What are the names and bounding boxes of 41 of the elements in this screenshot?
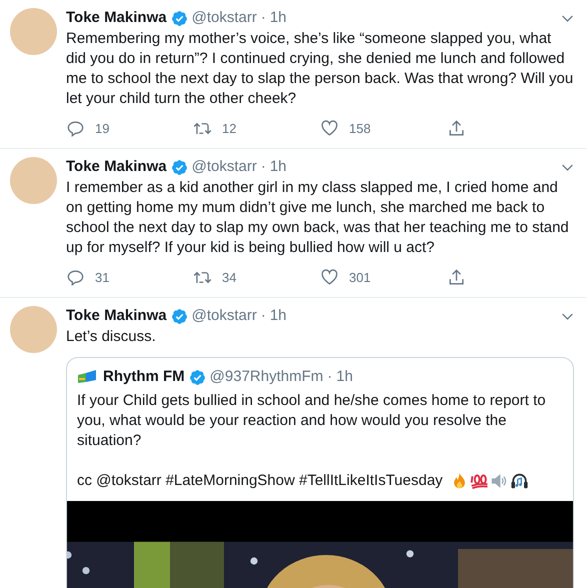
user-handle[interactable]: @tokstarr — [192, 8, 257, 28]
separator: · — [260, 306, 266, 326]
share-icon[interactable] — [447, 268, 466, 287]
like-count: 301 — [349, 270, 371, 285]
user-handle[interactable]: @937RhythmFm — [210, 367, 324, 387]
speaker-icon — [490, 472, 509, 490]
chevron-down-icon[interactable] — [561, 312, 574, 320]
user-handle[interactable]: @tokstarr — [192, 306, 257, 326]
hundred-points-icon — [470, 472, 489, 490]
chevron-down-icon[interactable] — [561, 14, 574, 22]
headphones-icon — [510, 472, 529, 490]
quoted-tweet[interactable] — [66, 357, 574, 588]
author-name[interactable]: Toke Makinwa — [66, 157, 167, 177]
user-handle[interactable]: @tokstarr — [192, 157, 257, 177]
hashtag-line: cc @tokstarr #LateMorningShow #TellItLikeItIsTuesday — [77, 471, 443, 491]
retweet-count: 12 — [222, 121, 236, 136]
timestamp[interactable]: 1h — [270, 157, 287, 177]
separator: · — [260, 157, 266, 177]
timestamp[interactable]: 1h — [270, 8, 287, 28]
separator: · — [327, 367, 332, 387]
tweet-text: Let’s discuss. — [66, 327, 157, 347]
reply-icon[interactable] — [66, 268, 85, 287]
reply-icon[interactable] — [66, 119, 85, 138]
author-name[interactable]: Toke Makinwa — [66, 306, 167, 326]
timestamp[interactable]: 1h — [270, 306, 287, 326]
heart-icon[interactable] — [320, 119, 339, 138]
author-name[interactable]: Rhythm FM — [103, 367, 185, 387]
tweet-text: I remember as a kid another girl in my class slapped me, I cried home and on getting home my mum didn’t give me lunch, she marched me back to school the next day to slap my own back, was that her teaching me to stand up for myself? If your kid is being bullied how will u act? — [66, 178, 570, 258]
retweet-count: 34 — [222, 270, 236, 285]
radio-logo-icon — [77, 369, 97, 385]
reply-count: 31 — [95, 270, 110, 285]
heart-icon[interactable] — [320, 268, 339, 287]
separator: · — [260, 8, 266, 28]
chevron-down-icon[interactable] — [561, 162, 574, 172]
quoted-text: If your Child gets bullied in school and he/she comes home to report to you, what would be your reaction and how would you resolve the situation? — [76, 391, 547, 451]
reply-count: 19 — [95, 121, 110, 136]
author-name[interactable]: Toke Makinwa — [66, 8, 167, 28]
share-icon[interactable] — [447, 119, 466, 138]
timestamp[interactable]: 1h — [336, 367, 353, 387]
tweet-text: Remembering my mother’s voice, she’s like “someone slapped you, what did you do in return”? I continued crying, she denied me lunch and followed me to school the next day to slap the person back. Was that wrong? Will you let your child turn the other cheek? — [66, 29, 574, 109]
like-count: 158 — [349, 121, 371, 136]
